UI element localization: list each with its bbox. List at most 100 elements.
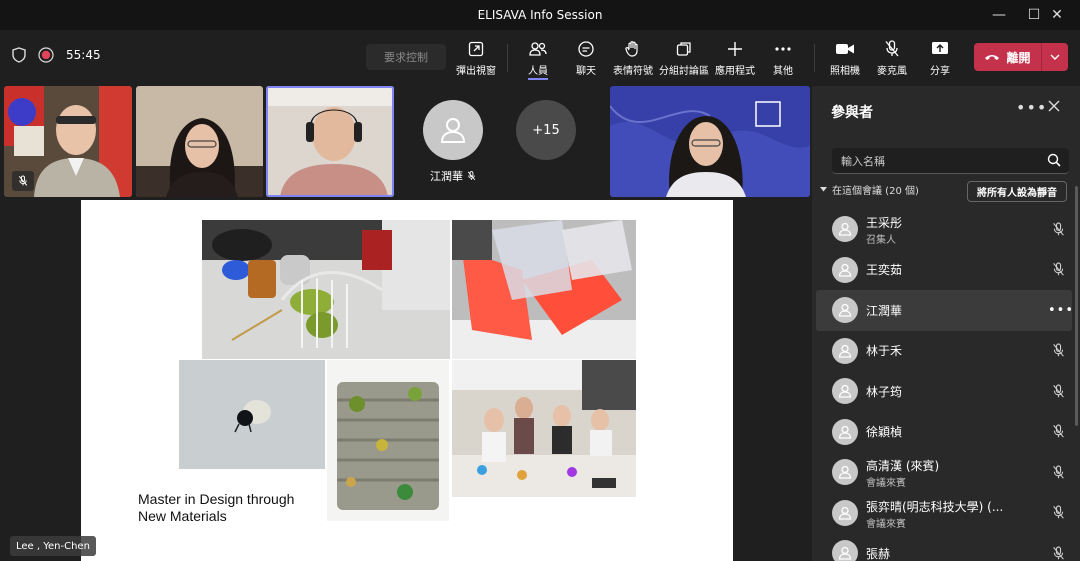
apps-label: 應用程式 bbox=[715, 66, 755, 77]
share-label: 分享 bbox=[930, 66, 950, 77]
mic-off-icon[interactable] bbox=[1052, 465, 1065, 480]
avatar bbox=[832, 256, 858, 283]
chat-label: 聊天 bbox=[576, 66, 596, 77]
meeting-status: 55:45 bbox=[12, 47, 101, 63]
participant-row[interactable]: 張赫 bbox=[812, 533, 1080, 561]
participant-role: 會議來賓 bbox=[866, 478, 906, 489]
person-icon bbox=[440, 118, 466, 143]
mic-off-icon[interactable] bbox=[1052, 424, 1065, 439]
participant-row[interactable]: 王奕茹 bbox=[812, 250, 1080, 291]
mic-off-icon[interactable] bbox=[1052, 384, 1065, 399]
reactions-button[interactable]: 表情符號 bbox=[607, 38, 659, 80]
apps-button[interactable]: 應用程式 bbox=[709, 38, 761, 80]
person-icon bbox=[838, 263, 852, 277]
request-control-button[interactable]: 要求控制 bbox=[366, 44, 446, 70]
more-icon bbox=[775, 47, 791, 51]
camera-button[interactable]: 照相機 bbox=[819, 38, 871, 80]
mic-label: 麥克風 bbox=[877, 66, 907, 77]
slide-caption: Master in Design through New Materials bbox=[138, 491, 294, 525]
person-icon bbox=[838, 466, 852, 479]
share-button[interactable]: 分享 bbox=[914, 38, 966, 80]
leave-label: 離開 bbox=[1006, 50, 1031, 65]
participant-row[interactable]: 王采彤 召集人 bbox=[812, 209, 1080, 250]
participant-name: 王奕茹 bbox=[866, 263, 903, 278]
people-icon bbox=[529, 42, 547, 56]
leave-main[interactable]: 離開 bbox=[974, 43, 1042, 71]
avatar bbox=[832, 378, 858, 405]
mic-off-icon bbox=[18, 175, 28, 186]
mic-off-icon[interactable] bbox=[1052, 343, 1065, 358]
participant-row[interactable]: 張弈晴(明志科技大學) (... 會議來賓 bbox=[812, 493, 1080, 534]
panel-more-button[interactable]: ••• bbox=[1016, 98, 1047, 117]
participant-name: 江潤華 bbox=[866, 303, 903, 318]
mic-button[interactable]: 麥克風 bbox=[866, 38, 918, 80]
leave-button[interactable]: 離開 bbox=[974, 43, 1068, 71]
participant-video-3[interactable] bbox=[266, 86, 394, 197]
mic-off-icon[interactable] bbox=[1052, 262, 1065, 277]
participant-list: 王采彤 召集人 王奕茹 江潤華 ••• 林于禾 林子筠 徐穎楨 高清漢 (來賓)… bbox=[812, 209, 1080, 561]
window-title: ELISAVA Info Session bbox=[477, 8, 603, 22]
participant-row[interactable]: 林子筠 bbox=[812, 371, 1080, 412]
title-bar: ELISAVA Info Session — ☐ ✕ bbox=[0, 0, 1080, 30]
participant-video-4[interactable] bbox=[610, 86, 810, 197]
close-icon[interactable] bbox=[1046, 98, 1062, 114]
participant-name: 張赫 bbox=[866, 546, 891, 561]
people-button[interactable]: 人員 bbox=[512, 38, 564, 80]
breakout-icon bbox=[676, 42, 691, 56]
participant-role: 會議來賓 bbox=[866, 518, 906, 530]
mic-off-icon bbox=[885, 40, 899, 57]
participant-row-selected[interactable]: 江潤華 ••• bbox=[816, 290, 1074, 331]
camera-label: 照相機 bbox=[830, 66, 860, 77]
person-icon bbox=[838, 385, 852, 398]
avatar bbox=[423, 100, 483, 160]
person-icon bbox=[838, 547, 852, 560]
breakout-rooms-button[interactable]: 分組討論區 bbox=[658, 38, 710, 80]
video-frame bbox=[610, 86, 810, 197]
close-window-button[interactable]: ✕ bbox=[1034, 0, 1080, 30]
section-label: 在這個會議 (20 個) bbox=[832, 186, 919, 197]
close-icon: ✕ bbox=[1051, 7, 1063, 23]
participant-name: 林于禾 bbox=[866, 344, 903, 359]
participant-more-button[interactable]: ••• bbox=[1048, 303, 1074, 318]
mic-off-icon[interactable] bbox=[1052, 546, 1065, 561]
participant-role: 召集人 bbox=[866, 235, 896, 246]
chat-icon bbox=[578, 41, 594, 57]
more-participants-button[interactable]: +15 bbox=[516, 100, 576, 160]
participant-row[interactable]: 高清漢 (來賓) 會議來賓 bbox=[812, 452, 1080, 493]
popout-button[interactable]: 彈出視窗 bbox=[450, 38, 502, 80]
search-icon[interactable] bbox=[1047, 153, 1061, 167]
participant-name: 張弈晴(明志科技大學) (... bbox=[866, 499, 1004, 514]
panel-scrollbar[interactable] bbox=[1075, 186, 1078, 426]
avatar bbox=[832, 337, 858, 364]
more-actions-button[interactable]: 其他 bbox=[757, 38, 809, 80]
meeting-timer: 55:45 bbox=[66, 48, 101, 62]
participant-video-2[interactable] bbox=[136, 86, 263, 197]
slide-photo-5 bbox=[452, 360, 636, 497]
slide-caption-line-1: Master in Design through bbox=[138, 491, 295, 507]
reactions-label: 表情符號 bbox=[613, 66, 653, 77]
participant-tile-avatar[interactable]: 江潤華 bbox=[416, 100, 490, 184]
participant-row[interactable]: 徐穎楨 bbox=[812, 412, 1080, 453]
muted-indicator bbox=[12, 171, 34, 191]
avatar bbox=[832, 216, 858, 243]
slide-photo-1 bbox=[202, 220, 450, 359]
avatar bbox=[832, 418, 858, 445]
mic-off-icon bbox=[467, 171, 476, 181]
breakout-label: 分組討論區 bbox=[659, 66, 709, 77]
slide-photo-2 bbox=[452, 220, 636, 359]
person-icon bbox=[838, 344, 852, 358]
avatar bbox=[832, 540, 858, 561]
mic-off-icon[interactable] bbox=[1052, 505, 1065, 520]
participant-row[interactable]: 林于禾 bbox=[812, 331, 1080, 372]
shield-icon[interactable] bbox=[12, 47, 26, 63]
search-input[interactable] bbox=[841, 152, 1031, 170]
leave-options-button[interactable] bbox=[1042, 43, 1068, 71]
participant-name-text: 江潤華 bbox=[430, 170, 463, 183]
mic-off-icon[interactable] bbox=[1052, 222, 1065, 237]
toolbar-divider bbox=[507, 44, 508, 72]
person-icon bbox=[838, 506, 852, 520]
mute-all-button[interactable]: 將所有人設為靜音 bbox=[967, 181, 1067, 202]
chat-button[interactable]: 聊天 bbox=[560, 38, 612, 80]
in-meeting-section-toggle[interactable]: 在這個會議 (20 個) bbox=[820, 182, 919, 197]
presenter-name-tag: Lee , Yen-Chen bbox=[10, 536, 96, 556]
